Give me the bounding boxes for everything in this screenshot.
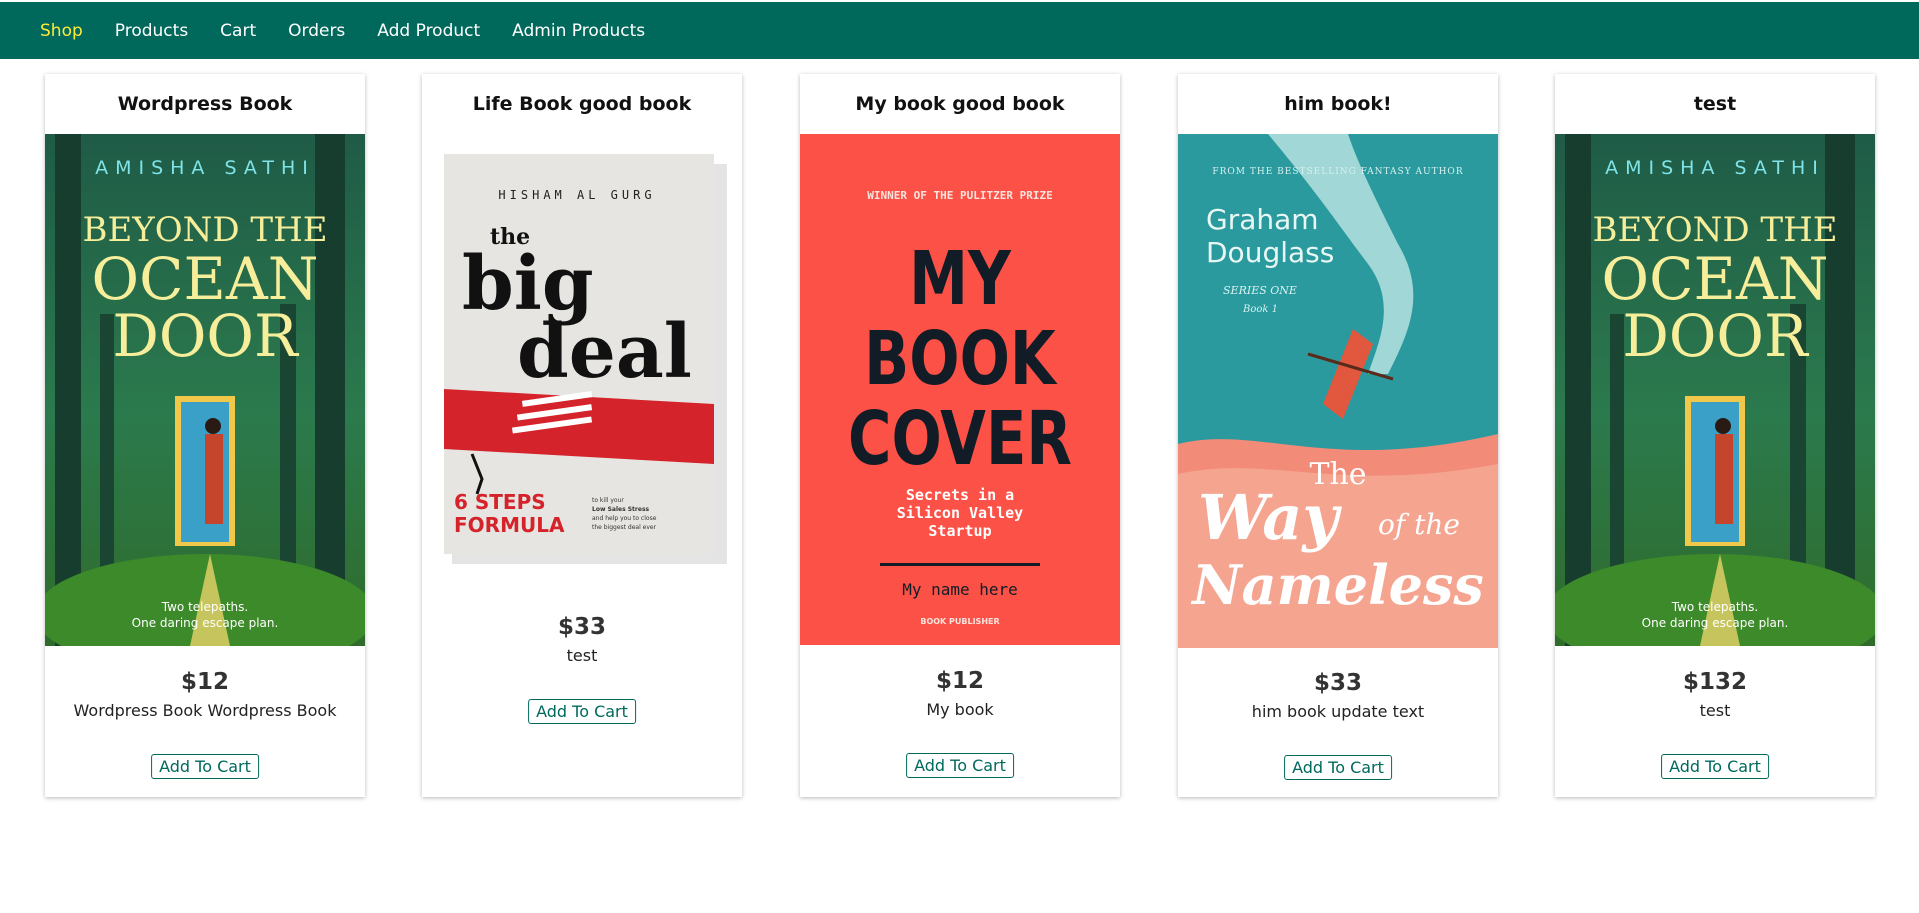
product-description: test: [566, 646, 598, 665]
cover-title-line3: DOOR: [112, 302, 300, 370]
product-description: test: [1699, 701, 1731, 720]
nav-link-add-product[interactable]: Add Product: [377, 21, 480, 41]
cover-series: Book 1: [1242, 304, 1278, 315]
cover-title-line3: deal: [517, 309, 692, 395]
cover-title-line1: MY: [909, 236, 1012, 322]
product-description: Wordpress Book Wordpress Book: [73, 701, 337, 720]
product-card: him book! FROM THE BESTSELLING FANTASY A…: [1178, 74, 1498, 797]
cover-series: SERIES ONE: [1223, 284, 1297, 297]
product-card: My book good book WINNER OF THE PULITZER…: [800, 74, 1120, 797]
product-title: him book!: [1284, 93, 1392, 115]
product-price: $33: [557, 614, 606, 640]
cover-blurb: and help you to close: [592, 515, 657, 522]
top-navbar: Shop Products Cart Orders Add Product Ad…: [0, 2, 1919, 59]
cover-subtitle: Silicon Valley: [897, 504, 1023, 522]
nav-link-products[interactable]: Products: [115, 21, 188, 41]
product-card: test AMISHA SATHI BEYOND THE OCEAN DOOR …: [1555, 74, 1875, 797]
cover-tagline: One daring escape plan.: [132, 616, 279, 630]
cover-subtitle: FORMULA: [454, 513, 565, 537]
cover-blurb: the biggest deal ever: [592, 524, 657, 531]
product-price: $12: [180, 669, 229, 695]
book-cover-image: WINNER OF THE PULITZER PRIZE MY BOOK COV…: [800, 134, 1120, 645]
book-cover-image: FROM THE BESTSELLING FANTASY AUTHOR Grah…: [1178, 134, 1498, 648]
book-cover-image: AMISHA SATHI BEYOND THE OCEAN DOOR Two t…: [1555, 134, 1875, 646]
cover-tagline: Two telepaths.: [1671, 600, 1758, 614]
cover-title-line3: COVER: [848, 396, 1072, 482]
cover-subtitle: Startup: [928, 522, 991, 540]
add-to-cart-button[interactable]: Add To Cart: [1661, 754, 1769, 779]
nav-link-admin-products[interactable]: Admin Products: [512, 21, 645, 41]
cover-title-line1: BEYOND THE: [82, 210, 327, 250]
cover-title-line2: Way: [1198, 481, 1342, 554]
product-title: test: [1693, 93, 1737, 115]
cover-author: AMISHA SATHI: [1605, 157, 1825, 179]
book-cover-image: AMISHA SATHI BEYOND THE OCEAN DOOR Two t…: [45, 134, 365, 646]
product-title: Life Book good book: [472, 93, 692, 115]
add-to-cart-button[interactable]: Add To Cart: [906, 753, 1014, 778]
product-description: My book: [926, 700, 994, 719]
cover-blurb: Low Sales Stress: [592, 506, 650, 513]
cover-subtitle: 6 STEPS: [454, 490, 546, 514]
cover-title-line3: Nameless: [1190, 553, 1484, 617]
product-title: My book good book: [855, 93, 1065, 115]
cover-author: AMISHA SATHI: [95, 157, 315, 179]
product-price: $33: [1313, 670, 1362, 696]
add-to-cart-button[interactable]: Add To Cart: [1284, 755, 1392, 780]
product-title: Wordpress Book: [117, 93, 293, 115]
cover-author: HISHAM AL GURG: [498, 188, 655, 202]
nav-link-orders[interactable]: Orders: [288, 21, 345, 41]
nav-link-cart[interactable]: Cart: [220, 21, 256, 41]
cover-blurb: to kill your: [592, 497, 624, 504]
cover-publisher: BOOK PUBLISHER: [920, 617, 999, 626]
cover-title-line1: BEYOND THE: [1592, 210, 1837, 250]
cover-title-line2b: of the: [1378, 508, 1460, 541]
add-to-cart-button[interactable]: Add To Cart: [151, 754, 259, 779]
product-price: $132: [1682, 669, 1747, 695]
add-to-cart-button[interactable]: Add To Cart: [528, 699, 636, 724]
cover-award: WINNER OF THE PULITZER PRIZE: [867, 189, 1052, 202]
product-card: Life Book good book HISHAM AL GURG the b…: [422, 74, 742, 797]
nav-link-shop[interactable]: Shop: [40, 21, 83, 41]
product-card: Wordpress Book AMISHA SATHI BEYOND THE O…: [45, 74, 365, 797]
cover-title-line2: BOOK: [864, 316, 1057, 402]
cover-tagline: Two telepaths.: [161, 600, 248, 614]
product-description: him book update text: [1251, 702, 1425, 721]
cover-author: Graham: [1206, 203, 1319, 236]
book-cover-image: HISHAM AL GURG the big deal 6 STEPS FORM…: [422, 134, 742, 564]
cover-tagline: One daring escape plan.: [1642, 616, 1789, 630]
cover-author: Douglass: [1206, 236, 1334, 269]
cover-title-line3: DOOR: [1622, 302, 1810, 370]
cover-blurb: FROM THE BESTSELLING FANTASY AUTHOR: [1212, 167, 1463, 177]
product-price: $12: [935, 668, 984, 694]
cover-author-name: My name here: [902, 580, 1018, 599]
cover-subtitle: Secrets in a: [906, 486, 1014, 504]
